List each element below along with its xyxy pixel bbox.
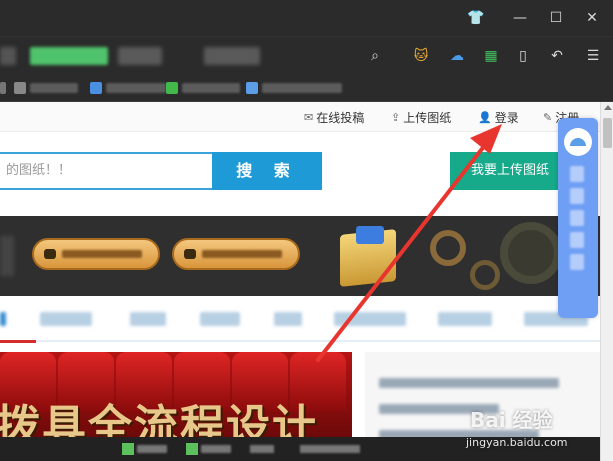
active-tab-indicator — [0, 340, 36, 343]
bookmark-item[interactable] — [246, 80, 342, 96]
menu-icon[interactable]: ☰ — [582, 45, 604, 67]
status-text — [300, 445, 360, 453]
status-text — [137, 445, 167, 453]
search-icon[interactable]: ⌕ — [364, 45, 386, 67]
bookmark-label — [182, 83, 240, 93]
login-label: 登录 — [494, 111, 519, 125]
search-input[interactable]: 的图纸！！ — [0, 152, 212, 190]
maximize-icon[interactable]: ☐ — [544, 6, 568, 30]
blue-badge-illustration — [356, 226, 384, 244]
search-area: 的图纸！！ 搜 索 我要上传图纸 — [0, 150, 600, 192]
status-item[interactable] — [300, 443, 360, 455]
bookmark-favicon — [0, 82, 6, 94]
status-icon — [122, 443, 134, 455]
banner-pill-label — [202, 250, 282, 258]
mascot-avatar-icon[interactable] — [564, 128, 592, 156]
upload-label: 上传图纸 — [403, 111, 452, 125]
bookmark-label — [30, 83, 78, 93]
submit-icon: ✉ — [304, 111, 314, 124]
category-nav — [0, 296, 600, 343]
vertical-scrollbar[interactable] — [600, 102, 613, 461]
gear-icon — [430, 230, 466, 266]
status-item[interactable] — [186, 443, 231, 455]
bookmark-label — [262, 83, 342, 93]
undo-icon[interactable]: ↶ — [546, 45, 568, 67]
watermark-url: jingyan.baidu.com — [466, 436, 568, 449]
bookmark-label — [106, 83, 166, 93]
watermark-logo: Bai 经验 — [470, 408, 553, 432]
news-line[interactable] — [379, 378, 559, 388]
banner-fragment — [0, 236, 14, 276]
bookmark-item[interactable] — [0, 80, 10, 96]
widget-text — [570, 210, 584, 226]
top-user-nav: ✉ 在线投稿 ⇪ 上传图纸 👤 登录 ✎ 注册 — [0, 102, 600, 132]
search-button[interactable]: 搜 索 — [212, 152, 322, 190]
submit-label: 在线投稿 — [316, 111, 365, 125]
category-tab[interactable] — [334, 312, 406, 326]
category-tab[interactable] — [130, 312, 166, 326]
bookmark-item[interactable] — [90, 80, 166, 96]
gear-icon — [500, 222, 562, 284]
status-text — [201, 445, 231, 453]
bookmark-item[interactable] — [166, 80, 240, 96]
phone-icon[interactable]: ▯ — [512, 45, 534, 67]
upload-drawing-button[interactable]: 我要上传图纸 — [450, 152, 570, 190]
status-icon — [186, 443, 198, 455]
address-text[interactable] — [204, 47, 260, 65]
bookmark-favicon — [14, 82, 26, 94]
close-icon[interactable]: ✕ — [580, 6, 604, 30]
category-tab[interactable] — [0, 312, 6, 326]
minimize-icon[interactable]: — — [508, 6, 532, 30]
browser-title-bar: 👕 — ☐ ✕ — [0, 0, 613, 36]
scroll-up-icon[interactable] — [604, 105, 612, 110]
status-item[interactable] — [250, 443, 274, 455]
apps-grid-icon[interactable]: ▦ — [480, 45, 502, 67]
pencil-icon: ✎ — [543, 111, 553, 124]
widget-text — [570, 254, 584, 270]
floating-side-widget[interactable] — [558, 118, 598, 318]
bookmark-favicon — [90, 82, 102, 94]
bookmark-favicon — [166, 82, 178, 94]
banner-pill-label — [62, 250, 142, 258]
shirt-icon[interactable]: 👕 — [464, 6, 488, 30]
gear-icon — [470, 260, 500, 290]
cloud-icon[interactable]: ☁ — [446, 45, 468, 67]
scroll-thumb[interactable] — [603, 118, 612, 148]
category-tab[interactable] — [40, 312, 92, 326]
category-tab[interactable] — [274, 312, 302, 326]
bookmark-item[interactable] — [14, 80, 78, 96]
widget-text — [570, 188, 584, 204]
banner-pill-icon — [184, 249, 196, 259]
login-link[interactable]: 👤 登录 — [478, 109, 519, 126]
address-security-badge[interactable] — [30, 47, 108, 65]
upload-link[interactable]: ⇪ 上传图纸 — [391, 109, 451, 126]
extension-cat-icon[interactable]: 🐱 — [410, 45, 432, 67]
promo-banner[interactable] — [0, 216, 600, 296]
status-text — [250, 445, 274, 453]
bookmark-favicon — [246, 82, 258, 94]
bookmarks-bar — [0, 74, 613, 102]
widget-text — [570, 166, 584, 182]
widget-text — [570, 232, 584, 248]
status-item[interactable] — [122, 443, 167, 455]
address-fragment — [0, 47, 16, 65]
watermark: Bai 经验 jingyan.baidu.com — [462, 402, 582, 458]
banner-pill-icon — [44, 249, 56, 259]
banner-pill-button[interactable] — [172, 238, 300, 270]
category-tab[interactable] — [438, 312, 492, 326]
banner-pill-button[interactable] — [32, 238, 160, 270]
address-text[interactable] — [118, 47, 162, 65]
submit-link[interactable]: ✉ 在线投稿 — [304, 109, 364, 126]
user-icon: 👤 — [478, 111, 492, 124]
category-tab[interactable] — [200, 312, 240, 326]
browser-toolbar: ⌕ 🐱 ☁ ▦ ▯ ↶ ☰ — [0, 36, 613, 74]
upload-icon: ⇪ — [391, 111, 401, 124]
